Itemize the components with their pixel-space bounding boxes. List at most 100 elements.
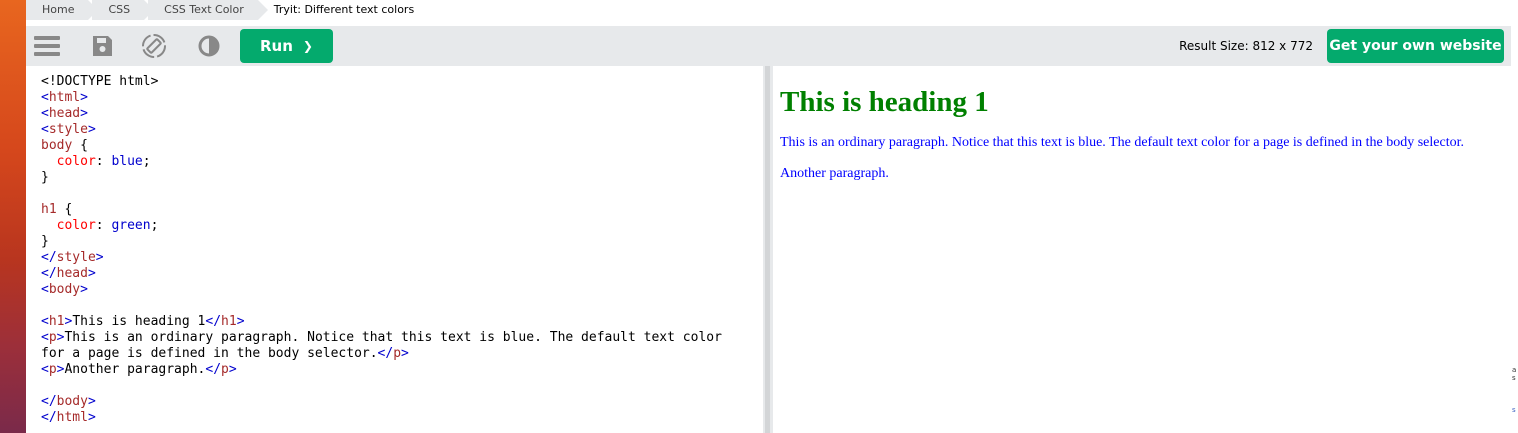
code-token-tag: p	[48, 362, 57, 377]
breadcrumb-home[interactable]: Home	[26, 0, 100, 20]
code-token-txt: }	[41, 170, 49, 185]
code-token-br: >	[80, 90, 88, 105]
code-token-val: green	[111, 218, 151, 233]
contrast-icon[interactable]	[195, 32, 223, 60]
code-token-txt: :	[95, 218, 112, 233]
code-token-br: </	[41, 266, 57, 281]
code-token-tag: body	[48, 282, 81, 297]
code-token-txt: ;	[142, 154, 151, 169]
code-line: <!DOCTYPE html>	[41, 74, 763, 90]
code-token-txt: This is heading 1	[72, 314, 206, 329]
code-token-tag: head	[48, 106, 81, 121]
code-token-val: blue	[111, 154, 143, 169]
rotate-icon[interactable]	[140, 32, 168, 60]
result-size-label: Result Size: 812 x 772	[1179, 39, 1313, 53]
code-token-br: </	[205, 314, 222, 329]
code-token-br: <	[41, 106, 49, 121]
code-line: </html>	[41, 410, 763, 426]
code-line: <head>	[41, 106, 763, 122]
code-token-prop: color	[56, 218, 96, 233]
code-line: <html>	[41, 90, 763, 106]
code-token-br: </	[377, 346, 394, 361]
code-token-tag: body	[56, 394, 88, 409]
breadcrumb-css-text-color[interactable]: CSS Text Color	[148, 0, 268, 20]
code-token-txt: :	[95, 154, 112, 169]
code-line: </body>	[41, 394, 763, 410]
breadcrumb: Home CSS CSS Text Color Tryit: Different…	[26, 0, 1511, 20]
code-line: color: blue;	[41, 154, 763, 170]
run-button-label: Run	[260, 37, 293, 55]
code-token-br: >	[236, 314, 245, 329]
code-token-txt: for a page is defined in the body select…	[41, 346, 378, 361]
breadcrumb-css[interactable]: CSS	[92, 0, 154, 20]
code-token-br: </	[41, 250, 57, 265]
code-token-br: <	[41, 282, 49, 297]
code-token-txt: Another paragraph.	[64, 362, 206, 377]
code-token-br: >	[80, 282, 88, 297]
code-token-tag: p	[221, 362, 229, 377]
code-token-sel: body	[41, 138, 81, 153]
code-token-br: >	[87, 122, 96, 137]
code-token-br: >	[228, 362, 237, 377]
result-paragraph-1: This is an ordinary paragraph. Notice th…	[780, 135, 1464, 150]
code-token-txt: <!DOCTYPE html>	[41, 74, 159, 89]
code-token-br: >	[87, 266, 96, 281]
code-token-br: <	[41, 330, 49, 345]
code-token-tag: style	[48, 122, 88, 137]
code-line: color: green;	[41, 218, 763, 234]
chevron-right-icon: ❯	[302, 39, 313, 53]
code-line: <p>This is an ordinary paragraph. Notice…	[41, 330, 763, 346]
pane-divider-handle[interactable]	[763, 66, 773, 433]
menu-icon[interactable]	[33, 32, 61, 60]
code-token-br: >	[401, 346, 409, 361]
toolbar: Run ❯ Result Size: 812 x 772 Get your ow…	[26, 26, 1511, 66]
code-token-br: </	[205, 362, 222, 377]
code-token-txt: ;	[150, 218, 159, 233]
code-token-prop: color	[56, 154, 96, 169]
code-token-tag: html	[56, 410, 88, 425]
code-line: }	[41, 170, 763, 186]
code-line: <p>Another paragraph.</p>	[41, 362, 763, 378]
code-token-br: </	[41, 410, 57, 425]
code-token-br: >	[87, 410, 96, 425]
tryit-editor-window: Home CSS CSS Text Color Tryit: Different…	[26, 0, 1511, 433]
code-token-br: >	[95, 250, 104, 265]
code-token-txt: }	[41, 234, 49, 249]
code-token-txt: {	[80, 138, 88, 153]
code-token-tag: p	[393, 346, 402, 361]
code-token-tag: h1	[48, 314, 65, 329]
run-button[interactable]: Run ❯	[240, 29, 333, 63]
code-token-br: <	[41, 122, 49, 137]
save-icon[interactable]	[88, 32, 116, 60]
code-editor[interactable]: <!DOCTYPE html> <html> <head> <style> body {…	[34, 66, 763, 433]
breadcrumb-current: Tryit: Different text colors	[273, 3, 415, 16]
code-line: <style>	[41, 122, 763, 138]
code-text[interactable]: <!DOCTYPE html> <html> <head> <style> body {…	[34, 66, 763, 426]
code-token-br: <	[41, 314, 49, 329]
code-token-tag: html	[48, 90, 81, 105]
code-token-txt: {	[64, 202, 73, 217]
result-paragraph-2: Another paragraph.	[780, 166, 889, 181]
code-line: for a page is defined in the body select…	[41, 346, 763, 362]
code-token-br: <	[41, 90, 49, 105]
code-token-br: >	[87, 394, 96, 409]
code-line: }	[41, 234, 763, 250]
code-line: h1 {	[41, 202, 763, 218]
code-line: </head>	[41, 266, 763, 282]
code-line: body {	[41, 138, 763, 154]
code-line: <body>	[41, 282, 763, 298]
desktop-background-left	[0, 0, 26, 433]
code-token-tag: style	[56, 250, 96, 265]
code-token-br: </	[41, 394, 57, 409]
code-token-sel: h1	[41, 202, 65, 217]
code-token-br: >	[80, 106, 88, 121]
get-your-own-website-button[interactable]: Get your own website	[1327, 29, 1504, 63]
code-token-tag: head	[56, 266, 88, 281]
code-line: <h1>This is heading 1</h1>	[41, 314, 763, 330]
code-line: </style>	[41, 250, 763, 266]
